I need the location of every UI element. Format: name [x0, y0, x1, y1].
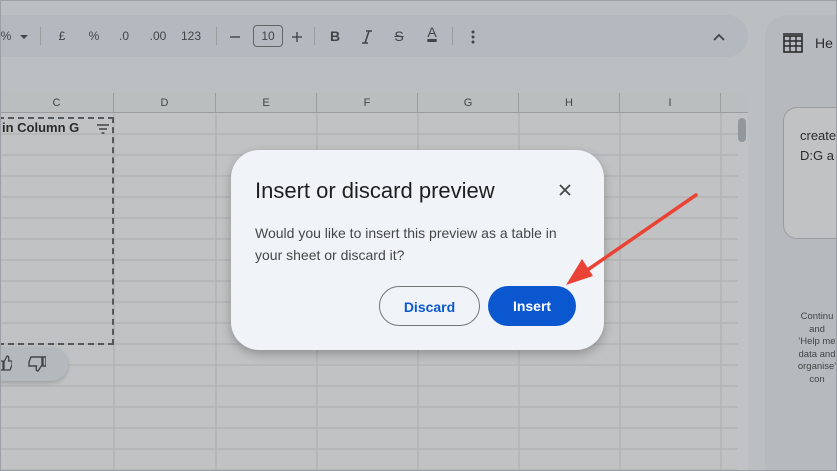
insert-button[interactable]: Insert — [488, 286, 576, 326]
dialog-title: Insert or discard preview — [255, 178, 495, 203]
dialog-body-text: Would you like to insert this preview as… — [255, 225, 557, 263]
discard-button[interactable]: Discard — [379, 286, 480, 326]
insert-or-discard-dialog: Insert or discard preview Would you like… — [231, 150, 604, 350]
close-icon[interactable] — [551, 176, 579, 204]
